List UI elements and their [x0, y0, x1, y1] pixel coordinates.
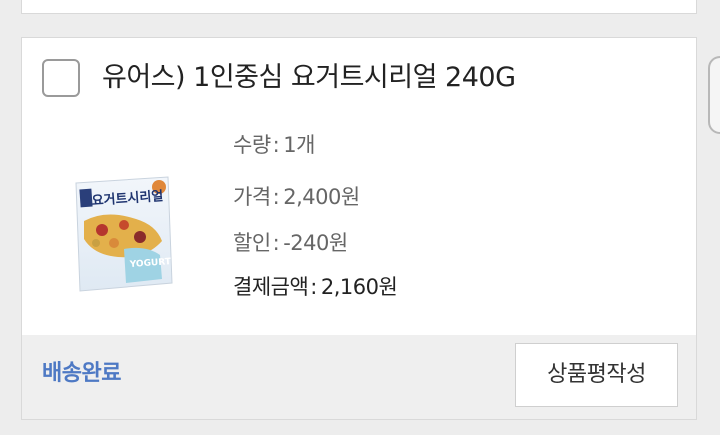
- price-value: 2,400원: [283, 185, 360, 209]
- quantity-value: 1개: [283, 133, 315, 157]
- price-row: 가격: 2,400원: [233, 183, 360, 211]
- order-item-card: 유어스) 1인중심 요거트시리얼 240G 요거트시리얼 YOGURT 수량: 1…: [21, 37, 697, 420]
- order-item-footer: 배송완료 상품평작성: [22, 335, 696, 419]
- price-separator: :: [272, 185, 280, 209]
- discount-label: 할인: [233, 231, 271, 255]
- product-title[interactable]: 유어스) 1인중심 요거트시리얼 240G: [102, 58, 516, 98]
- discount-value: -240원: [283, 231, 348, 255]
- write-review-button[interactable]: 상품평작성: [515, 343, 678, 407]
- payment-label: 결제금액: [233, 275, 309, 299]
- delivery-status: 배송완료: [42, 361, 121, 386]
- discount-separator: :: [272, 231, 280, 255]
- price-label: 가격: [233, 185, 271, 209]
- payment-value: 2,160원: [320, 275, 398, 299]
- previous-order-card: [21, 0, 697, 14]
- select-item-checkbox[interactable]: [42, 59, 80, 97]
- quantity-label: 수량: [233, 133, 271, 157]
- product-thumbnail[interactable]: 요거트시리얼 YOGURT: [66, 175, 176, 295]
- payment-row: 결제금액: 2,160원: [233, 273, 398, 301]
- discount-row: 할인: -240원: [233, 229, 348, 257]
- scrollbar-handle[interactable]: [708, 56, 720, 134]
- quantity-separator: :: [272, 133, 280, 157]
- payment-separator: :: [310, 275, 317, 299]
- quantity-row: 수량: 1개: [233, 131, 315, 159]
